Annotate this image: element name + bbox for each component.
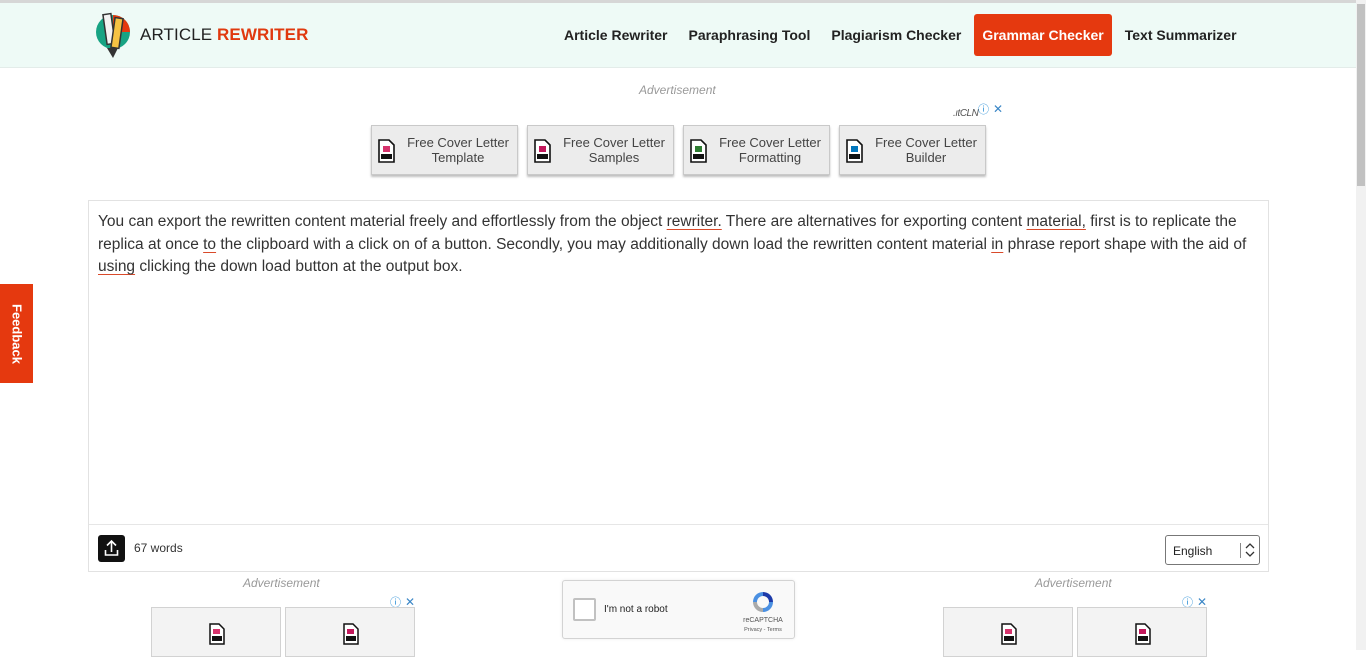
- document-icon: [1001, 623, 1017, 645]
- recaptcha-brand: reCAPTCHA: [743, 617, 783, 624]
- page-scrollbar[interactable]: [1356, 0, 1366, 650]
- ad-button-template[interactable]: Free Cover Letter Template: [371, 125, 518, 175]
- text-editor[interactable]: You can export the rewritten content mat…: [88, 200, 1269, 572]
- document-icon: [690, 139, 707, 163]
- editor-text-segment: You can export the rewritten content mat…: [98, 213, 667, 230]
- recaptcha-icon: [753, 592, 773, 612]
- top-ad-label: Advertisement: [639, 83, 716, 97]
- grammar-error-word[interactable]: using: [98, 258, 135, 275]
- ad-close-icon[interactable]: ✕: [993, 102, 1003, 116]
- ad-button-line2: Formatting: [738, 150, 802, 165]
- ad-button-line2: Samples: [588, 150, 640, 165]
- brand-name-part1: ARTICLE: [140, 25, 218, 44]
- nav-article-rewriter[interactable]: Article Rewriter: [556, 14, 675, 56]
- editor-text-segment: clicking the down load button at the out…: [135, 258, 463, 275]
- ad-button-line2: Builder: [905, 150, 947, 165]
- recaptcha-label: I'm not a robot: [604, 604, 668, 615]
- document-icon: [378, 139, 395, 163]
- ad-button-formatting[interactable]: Free Cover Letter Formatting: [683, 125, 830, 175]
- ad-button-line1: Free Cover Letter: [719, 135, 821, 150]
- upload-icon: [104, 539, 119, 556]
- ad-info-icon[interactable]: ⓘ: [978, 104, 989, 116]
- scrollbar-thumb[interactable]: [1357, 4, 1365, 186]
- select-divider: [1240, 543, 1241, 558]
- top-ad-brand-mark: .ıtCLN: [953, 108, 979, 119]
- grammar-error-word[interactable]: in: [991, 236, 1003, 253]
- language-select[interactable]: English: [1165, 535, 1260, 565]
- chevron-updown-icon: [1245, 543, 1255, 557]
- document-icon: [209, 623, 225, 645]
- document-icon: [534, 139, 551, 163]
- brand-name[interactable]: ARTICLE REWRITER: [140, 25, 308, 45]
- upload-button[interactable]: [98, 535, 125, 562]
- ad-button-samples[interactable]: Free Cover Letter Samples: [527, 125, 674, 175]
- nav-text-summarizer[interactable]: Text Summarizer: [1117, 14, 1245, 56]
- recaptcha-widget: I'm not a robot reCAPTCHA Privacy - Term…: [562, 580, 795, 639]
- recaptcha-links[interactable]: Privacy - Terms: [738, 627, 788, 633]
- nav-plagiarism-checker[interactable]: Plagiarism Checker: [823, 14, 969, 56]
- ad-button-line1: Free Cover Letter: [407, 135, 509, 150]
- feedback-tab[interactable]: Feedback: [0, 284, 33, 383]
- editor-text-segment: There are alternatives for exporting con…: [721, 213, 1027, 230]
- ad-button-line2: Template: [431, 150, 485, 165]
- ad-button-line1: Free Cover Letter: [875, 135, 977, 150]
- grammar-error-word[interactable]: material,: [1026, 213, 1085, 230]
- nav-paraphrasing-tool[interactable]: Paraphrasing Tool: [680, 14, 818, 56]
- ad-button-label: Free Cover Letter Template: [400, 135, 516, 165]
- main-nav: Article Rewriter Paraphrasing Tool Plagi…: [556, 14, 1250, 56]
- ad-button-label: Free Cover Letter Formatting: [712, 135, 828, 165]
- word-count: 67 words: [134, 541, 183, 555]
- document-icon: [846, 139, 863, 163]
- ad-button-label: Free Cover Letter Samples: [556, 135, 672, 165]
- recaptcha-checkbox[interactable]: [573, 598, 596, 621]
- language-value: English: [1173, 544, 1213, 558]
- ad-button-line1: Free Cover Letter: [563, 135, 665, 150]
- bottom-right-ad-label: Advertisement: [1035, 576, 1112, 590]
- ad-button-builder[interactable]: Free Cover Letter Builder: [839, 125, 986, 175]
- feedback-label: Feedback: [9, 303, 24, 364]
- editor-text-segment: phrase report shape with the aid of: [1003, 235, 1247, 253]
- bottom-left-ad-label: Advertisement: [243, 576, 320, 590]
- editor-content[interactable]: You can export the rewritten content mat…: [98, 211, 1258, 279]
- logo-icon[interactable]: [94, 10, 132, 60]
- editor-footer: 67 words English: [89, 524, 1268, 571]
- brand-name-part2: REWRITER: [217, 25, 309, 44]
- document-icon: [1135, 623, 1151, 645]
- ad-button-label: Free Cover Letter Builder: [868, 135, 984, 165]
- nav-grammar-checker[interactable]: Grammar Checker: [974, 14, 1112, 56]
- document-icon: [343, 623, 359, 645]
- grammar-error-word[interactable]: to: [203, 236, 216, 253]
- site-header: ARTICLE REWRITER Article Rewriter Paraph…: [0, 3, 1356, 68]
- grammar-error-word[interactable]: rewriter.: [667, 213, 722, 230]
- editor-text-segment: the clipboard with a click on of a butto…: [216, 235, 992, 253]
- top-ad-controls: ⓘ ✕: [978, 101, 1003, 117]
